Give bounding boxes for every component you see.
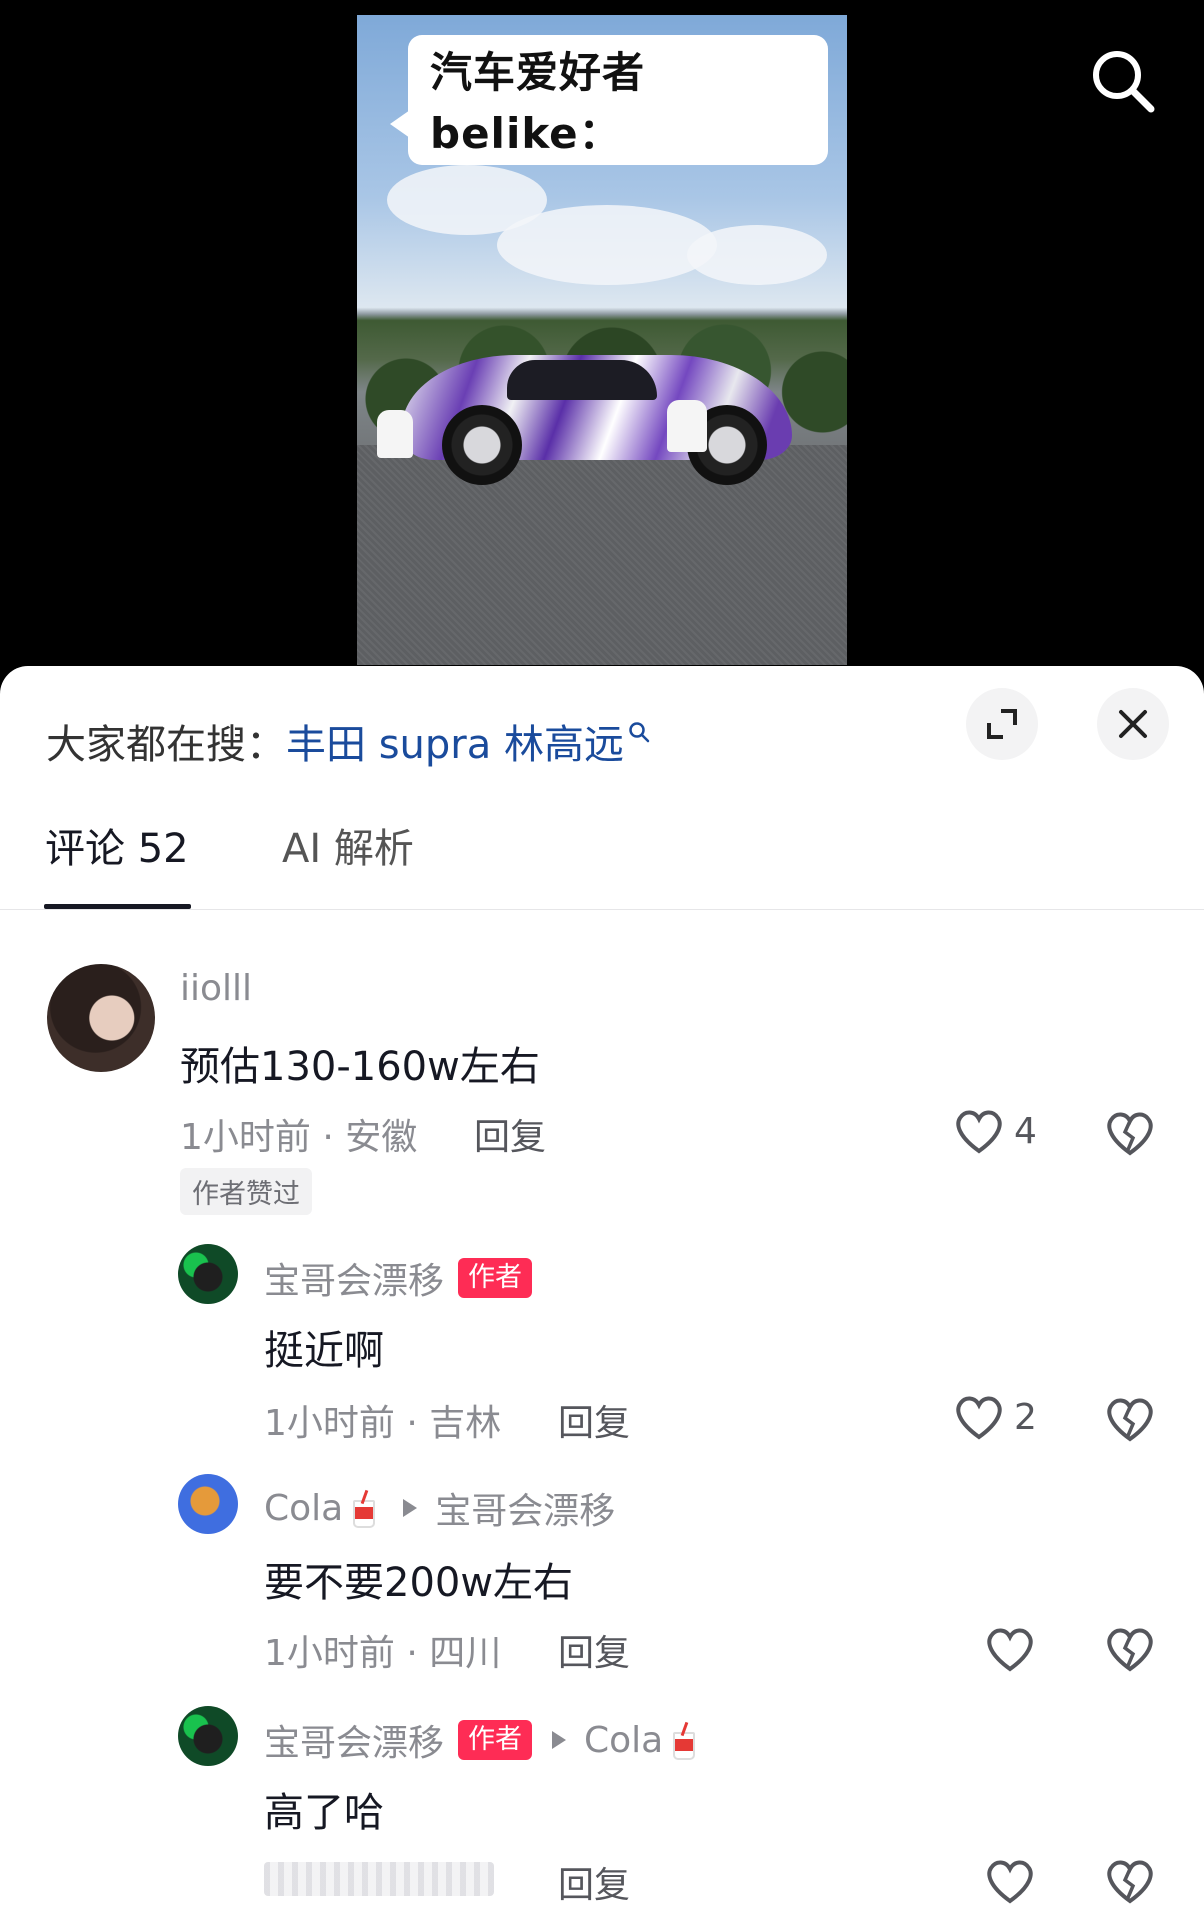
reply-to-username[interactable]: 宝哥会漂移	[435, 1482, 615, 1534]
avatar[interactable]	[178, 1244, 238, 1304]
author-badge: 作者	[458, 1720, 533, 1760]
close-button[interactable]	[1097, 688, 1169, 760]
reply-arrow-icon	[552, 1731, 567, 1749]
comment-username[interactable]: Cola	[264, 1488, 343, 1529]
dislike-button[interactable]	[1105, 1858, 1155, 1908]
comment-sheet: 大家都在搜： 丰田 supra 林高远 评论 52 AI 解析 iiolll 预…	[0, 666, 1204, 1914]
broken-heart-icon	[1107, 1398, 1153, 1442]
comment-meta: 1小时前 · 吉林	[264, 1403, 502, 1444]
avatar[interactable]	[178, 1474, 238, 1534]
dislike-button[interactable]	[1105, 1396, 1155, 1446]
comment-meta: 1小时前 · 安徽	[180, 1117, 418, 1158]
blurred-meta	[264, 1862, 494, 1896]
comment-username[interactable]: 宝哥会漂移	[264, 1714, 444, 1766]
tab-ai-analysis[interactable]: AI 解析	[282, 816, 414, 910]
close-icon	[1119, 710, 1147, 738]
author-liked-tag: 作者赞过	[180, 1168, 312, 1215]
avatar[interactable]	[178, 1706, 238, 1766]
reply-button[interactable]: 回复	[558, 1624, 630, 1676]
comment-username[interactable]: 宝哥会漂移	[264, 1252, 444, 1304]
broken-heart-icon	[1107, 1860, 1153, 1904]
expand-icon	[987, 709, 1017, 739]
comment-text[interactable]: 预估130-160w左右	[180, 1034, 540, 1092]
search-icon	[628, 707, 650, 753]
cup-emoji-icon	[351, 1492, 376, 1528]
hot-search-prefix: 大家都在搜：	[46, 722, 286, 768]
heart-icon	[956, 1396, 1002, 1440]
comment-username[interactable]: iiolll	[180, 968, 252, 1009]
cup-emoji-icon	[671, 1724, 696, 1760]
hot-search-bar[interactable]: 大家都在搜： 丰田 supra 林高远	[46, 712, 650, 770]
reply-button[interactable]: 回复	[558, 1394, 630, 1446]
like-button[interactable]: 4	[954, 1108, 1037, 1154]
search-icon[interactable]	[1088, 46, 1158, 116]
reply-button[interactable]: 回复	[558, 1856, 630, 1908]
heart-icon	[987, 1628, 1033, 1672]
tab-comments[interactable]: 评论 52	[45, 816, 189, 910]
hot-search-query[interactable]: 丰田 supra 林高远	[286, 712, 624, 770]
author-badge: 作者	[458, 1258, 533, 1298]
like-count: 4	[1014, 1110, 1037, 1152]
dislike-button[interactable]	[1105, 1110, 1155, 1160]
comment-username-row: 宝哥会漂移 作者	[264, 1252, 533, 1304]
tab-underline	[44, 904, 191, 909]
comment-text[interactable]: 高了哈	[264, 1780, 384, 1838]
tab-bar: 评论 52 AI 解析	[0, 816, 1204, 910]
comment-meta: 1小时前 · 四川	[264, 1633, 502, 1674]
reply-arrow-icon	[403, 1499, 418, 1517]
reply-button[interactable]: 回复	[474, 1108, 546, 1160]
video-caption: 汽车爱好者belike：	[390, 35, 828, 165]
reply-to-username[interactable]: Cola	[584, 1720, 663, 1761]
video-player[interactable]: 汽车爱好者belike：	[0, 0, 1204, 680]
comment-username-row: 宝哥会漂移 作者 Cola	[264, 1714, 696, 1766]
broken-heart-icon	[1107, 1628, 1153, 1672]
like-button[interactable]: 2	[954, 1394, 1037, 1440]
expand-button[interactable]	[966, 688, 1038, 760]
heart-icon	[956, 1110, 1002, 1154]
like-count: 2	[1014, 1396, 1037, 1438]
avatar[interactable]	[47, 964, 155, 1072]
comment-username-row: Cola 宝哥会漂移	[264, 1482, 615, 1534]
comment-text[interactable]: 挺近啊	[264, 1318, 384, 1376]
comment-text[interactable]: 要不要200w左右	[264, 1550, 573, 1608]
dislike-button[interactable]	[1105, 1626, 1155, 1676]
broken-heart-icon	[1107, 1112, 1153, 1156]
like-button[interactable]	[985, 1858, 1035, 1908]
like-button[interactable]	[985, 1626, 1035, 1676]
heart-icon	[987, 1860, 1033, 1904]
